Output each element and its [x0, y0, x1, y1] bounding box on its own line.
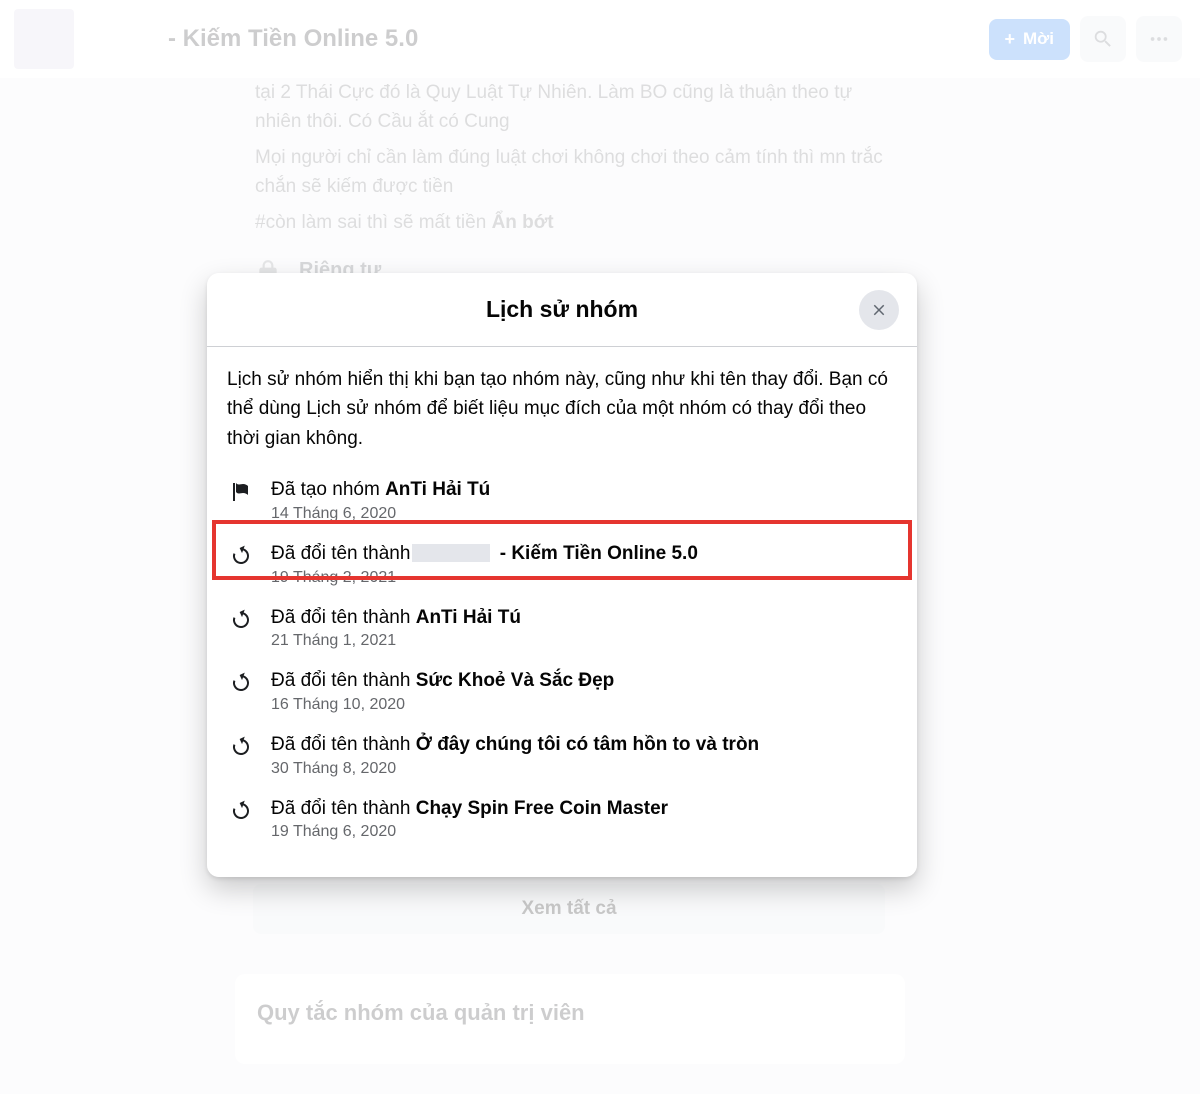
- history-date: 19 Tháng 6, 2020: [271, 823, 895, 841]
- close-button[interactable]: [859, 290, 899, 330]
- rename-icon: [229, 608, 253, 632]
- rename-icon: [229, 671, 253, 695]
- history-date: 30 Tháng 8, 2020: [271, 760, 895, 778]
- modal-description: Lịch sử nhóm hiển thị khi bạn tạo nhóm n…: [227, 365, 897, 453]
- history-item: Đã đổi tên thành - Kiếm Tiền Online 5.0 1…: [227, 535, 897, 599]
- close-icon: [870, 301, 888, 319]
- history-item: Đã đổi tên thành AnTi Hải Tú21 Tháng 1, …: [227, 599, 897, 663]
- history-main: Đã đổi tên thành Chạy Spin Free Coin Mas…: [271, 796, 895, 822]
- modal-title: Lịch sử nhóm: [486, 296, 638, 323]
- rename-icon: [229, 544, 253, 568]
- history-main: Đã đổi tên thành - Kiếm Tiền Online 5.0: [271, 541, 895, 567]
- history-item: Đã tạo nhóm AnTi Hải Tú 14 Tháng 6, 2020: [227, 471, 897, 535]
- history-main: Đã đổi tên thành Ở đây chúng tôi có tâm …: [271, 732, 895, 758]
- history-list: Đã tạo nhóm AnTi Hải Tú14 Tháng 6, 2020Đ…: [227, 471, 897, 853]
- flag-icon: [229, 480, 253, 504]
- history-item: Đã đổi tên thành Chạy Spin Free Coin Mas…: [227, 790, 897, 854]
- history-item: Đã đổi tên thành Sức Khoẻ Và Sắc Đẹp 16 T…: [227, 662, 897, 726]
- history-date: 14 Tháng 6, 2020: [271, 505, 895, 523]
- history-date: 16 Tháng 10, 2020: [271, 696, 895, 714]
- redacted-name: [412, 544, 490, 562]
- history-item: Đã đổi tên thành Ở đây chúng tôi có tâm …: [227, 726, 897, 790]
- history-main: Đã đổi tên thành Sức Khoẻ Và Sắc Đẹp: [271, 668, 895, 694]
- rename-icon: [229, 735, 253, 759]
- group-history-modal: Lịch sử nhóm Lịch sử nhóm hiển thị khi b…: [207, 273, 917, 877]
- rename-icon: [229, 799, 253, 823]
- history-date: 19 Tháng 2, 2021: [271, 569, 895, 587]
- modal-header: Lịch sử nhóm: [207, 273, 917, 347]
- history-main: Đã đổi tên thành AnTi Hải Tú: [271, 605, 895, 631]
- history-date: 21 Tháng 1, 2021: [271, 632, 895, 650]
- history-main: Đã tạo nhóm AnTi Hải Tú: [271, 477, 895, 503]
